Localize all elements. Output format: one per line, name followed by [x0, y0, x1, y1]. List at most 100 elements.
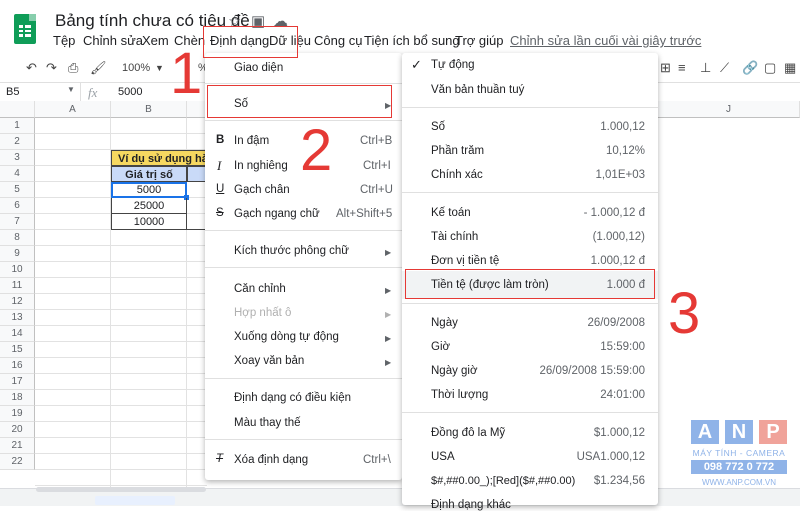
row-header[interactable]: 12 — [0, 294, 35, 310]
row-header[interactable]: 21 — [0, 438, 35, 454]
shortcut-clear-formatting: Ctrl+\ — [363, 454, 391, 466]
menu-item-italic[interactable]: In nghiêng — [234, 160, 288, 172]
align-horizontal-icon[interactable]: ≡ — [678, 60, 686, 75]
number-item-time[interactable]: Giờ — [431, 341, 450, 353]
formula-input[interactable]: 5000 — [118, 86, 142, 98]
print-icon[interactable]: ⎙ — [68, 60, 78, 76]
row-header[interactable]: 15 — [0, 342, 35, 358]
highlight-number-item — [207, 85, 392, 118]
row-header[interactable]: 3 — [0, 150, 35, 166]
number-example: 26/09/2008 15:59:00 — [539, 365, 645, 377]
menu-item-clear-formatting[interactable]: Xóa định dạng — [234, 454, 308, 466]
row-header[interactable]: 4 — [0, 166, 35, 182]
selected-cell-b5[interactable]: 5000 — [111, 182, 187, 198]
number-item-date[interactable]: Ngày — [431, 317, 458, 329]
row-header[interactable]: 10 — [0, 262, 35, 278]
row-header[interactable]: 2 — [0, 134, 35, 150]
menu-item-font-size[interactable]: Kích thước phông chữ — [234, 245, 349, 257]
menu-separator — [205, 267, 402, 268]
borders-icon[interactable]: ⊞ — [660, 60, 671, 76]
watermark-phone: 098 772 0 772 — [691, 460, 787, 474]
number-item-datetime[interactable]: Ngày giờ — [431, 365, 478, 377]
menu-item-text-rotation[interactable]: Xoay văn bản — [234, 355, 304, 367]
row-header[interactable]: 14 — [0, 326, 35, 342]
row-header[interactable]: 20 — [0, 422, 35, 438]
menu-item-text-wrapping[interactable]: Xuống dòng tự động — [234, 331, 339, 343]
menu-addons[interactable]: Tiện ích bổ sung — [364, 33, 460, 48]
align-vertical-icon[interactable]: ⊥ — [700, 60, 711, 76]
number-item-financial[interactable]: Tài chính — [431, 231, 478, 243]
insert-link-icon[interactable]: 🔗 — [742, 60, 758, 76]
undo-icon[interactable]: ↶ — [26, 60, 37, 76]
menu-item-theme[interactable]: Giao diện — [234, 62, 283, 74]
name-box-dropdown-icon[interactable]: ▼ — [67, 85, 75, 94]
header-cell[interactable]: Ví dụ sử dụng hàm — [111, 150, 207, 166]
number-example: 10,12% — [605, 145, 645, 157]
menu-item-bold[interactable]: In đậm — [234, 135, 269, 147]
watermark-line: MÁY TÍNH - CAMERA — [692, 448, 786, 458]
menu-item-strikethrough[interactable]: Gạch ngang chữ — [234, 208, 320, 220]
row-header[interactable]: 9 — [0, 246, 35, 262]
column-header-a[interactable]: A — [35, 101, 111, 118]
number-item-accounting[interactable]: Kế toán — [431, 207, 471, 219]
submenu-arrow-icon: ▶ — [385, 310, 392, 319]
column-header-j[interactable]: J — [658, 101, 800, 118]
number-item-usd[interactable]: Đồng đô la Mỹ — [431, 427, 505, 439]
row-header[interactable]: 11 — [0, 278, 35, 294]
column-subheader-cell[interactable]: Giá trị số — [111, 166, 187, 182]
number-item-automatic[interactable]: Tự động — [431, 59, 475, 71]
row-header[interactable]: 19 — [0, 406, 35, 422]
row-header[interactable]: 22 — [0, 454, 35, 470]
insert-chart-icon[interactable]: ▦ — [784, 60, 796, 76]
menu-file[interactable]: Tệp — [53, 33, 75, 48]
select-all-corner[interactable] — [0, 101, 35, 118]
menu-item-alternating-colors[interactable]: Màu thay thế — [234, 417, 300, 429]
row-header[interactable]: 17 — [0, 374, 35, 390]
value-cell[interactable]: 25000 — [111, 198, 187, 214]
sheets-logo-icon[interactable] — [14, 14, 36, 44]
name-box[interactable]: B5 — [6, 86, 19, 98]
value-cell[interactable]: 10000 — [111, 214, 187, 230]
row-header[interactable]: 7 — [0, 214, 35, 230]
last-edit-link[interactable]: Chỉnh sửa lần cuối vài giây trước — [510, 33, 701, 48]
text-rotation-icon[interactable]: ⟋ — [720, 60, 729, 76]
number-item-plain-text[interactable]: Văn bản thuần tuý — [431, 84, 524, 96]
menu-edit[interactable]: Chỉnh sửa — [83, 33, 143, 48]
number-item-duration[interactable]: Thời lượng — [431, 389, 488, 401]
number-item-custom-usd[interactable]: $#,##0.00_);[Red]($#,##0.00) — [431, 475, 575, 487]
row-header[interactable]: 5 — [0, 182, 35, 198]
row-header[interactable]: 16 — [0, 358, 35, 374]
row-header[interactable]: 13 — [0, 310, 35, 326]
menu-item-align[interactable]: Căn chỉnh — [234, 283, 286, 295]
menu-help[interactable]: Trợ giúp — [455, 33, 504, 48]
watermark-letter: P — [759, 420, 787, 444]
menu-item-underline[interactable]: Gạch chân — [234, 184, 290, 196]
row-header[interactable]: 8 — [0, 230, 35, 246]
menu-item-conditional-formatting[interactable]: Định dạng có điều kiện — [234, 392, 351, 404]
step-2-label: 2 — [300, 118, 333, 183]
number-item-more-formats[interactable]: Định dạng khác — [431, 499, 511, 511]
horizontal-scrollbar[interactable] — [36, 487, 206, 492]
menu-view[interactable]: Xem — [142, 33, 169, 48]
watermark-letter: N — [725, 420, 753, 444]
number-item-usa[interactable]: USA — [431, 451, 455, 463]
zoom-select[interactable]: 100% — [122, 62, 150, 74]
paint-format-icon[interactable]: 🖌 — [90, 60, 107, 76]
bold-icon: B — [216, 134, 225, 146]
step-3-label: 3 — [668, 281, 701, 346]
zoom-dropdown-icon[interactable]: ▼ — [155, 63, 164, 73]
number-example: USA1.000,12 — [576, 451, 645, 463]
row-header[interactable]: 6 — [0, 198, 35, 214]
number-item-percent[interactable]: Phần trăm — [431, 145, 484, 157]
redo-icon[interactable]: ↷ — [46, 60, 57, 76]
row-header[interactable]: 18 — [0, 390, 35, 406]
row-header[interactable]: 1 — [0, 118, 35, 134]
menu-tools[interactable]: Công cụ — [314, 33, 362, 48]
number-example: - 1.000,12 đ — [583, 207, 645, 219]
number-item-number[interactable]: Số — [431, 121, 445, 133]
sheet-tab[interactable] — [95, 496, 175, 505]
number-item-scientific[interactable]: Chính xác — [431, 169, 483, 181]
number-item-currency[interactable]: Đơn vị tiền tệ — [431, 255, 499, 267]
subheader-cell-c[interactable] — [187, 166, 207, 182]
insert-comment-icon[interactable]: ▢ — [764, 60, 776, 76]
